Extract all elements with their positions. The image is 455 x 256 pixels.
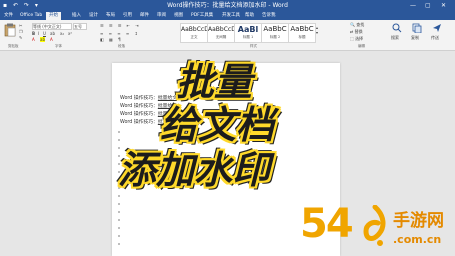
line-text: Word 操作技巧： <box>120 104 158 109</box>
site-name: 手游网 <box>393 211 444 231</box>
tab-review[interactable]: 审阅 <box>157 12 166 19</box>
copy-doc-label: 复制 <box>411 35 419 40</box>
style-name: 正文 <box>190 35 198 39</box>
overlay-title-line1: 批量 <box>176 60 253 104</box>
copy-doc-icon[interactable] <box>412 23 422 33</box>
paragraph-mark <box>118 195 120 197</box>
text-effect-icon[interactable]: A <box>32 37 35 42</box>
site-logo-mark <box>363 205 386 246</box>
window-title: Word操作技巧：批量给文档添加水印 - Word <box>167 2 288 9</box>
shading-border-buttons[interactable]: ◧ ▦ ¶ <box>100 37 123 42</box>
style-name: 标题 2 <box>269 35 281 39</box>
paragraph-mark <box>118 131 120 133</box>
tab-pdf-tools[interactable]: PDF工具集 <box>191 12 213 19</box>
style-preview: AaBbCcDd <box>181 26 213 33</box>
style-name: 标题 1 <box>242 35 254 39</box>
search-label: 搜索 <box>391 35 399 40</box>
superscript-button[interactable]: x² <box>68 31 72 36</box>
style-title[interactable]: AaBbC 标题 <box>288 23 316 43</box>
paragraph-mark <box>118 203 120 205</box>
style-preview: AaBbC <box>263 25 287 33</box>
font-size-select[interactable]: 五号 <box>73 23 87 30</box>
search-icon[interactable] <box>392 23 402 33</box>
paragraph-mark <box>118 235 120 237</box>
paragraph-mark <box>118 243 120 245</box>
paragraph-mark <box>118 227 120 229</box>
style-preview: AaBl <box>237 25 259 34</box>
strikethrough-button[interactable]: ab <box>50 31 55 36</box>
maximize-button[interactable]: ▢ <box>425 1 431 10</box>
send-label: 传送 <box>431 35 439 40</box>
italic-button[interactable]: I <box>38 31 39 36</box>
document-line[interactable]: Word 操作技巧：批量给文 <box>120 96 177 102</box>
copy-icon[interactable]: ❐ <box>19 29 23 34</box>
subscript-button[interactable]: x₂ <box>60 31 64 36</box>
tab-developer[interactable]: 开发工具 <box>222 12 240 19</box>
font-color-icon[interactable]: A <box>50 37 53 42</box>
tab-view[interactable]: 视图 <box>174 12 183 19</box>
style-heading-2[interactable]: AaBbC 标题 2 <box>261 23 289 43</box>
paste-icon[interactable] <box>4 23 16 37</box>
tab-office-tab[interactable]: Office Tab <box>20 12 42 19</box>
format-painter-icon[interactable]: ✎ <box>19 35 22 40</box>
bold-button[interactable]: B <box>32 31 35 36</box>
replace-button[interactable]: ⇄ 替换 <box>350 29 363 34</box>
tab-mailings[interactable]: 邮件 <box>140 12 149 19</box>
cut-icon[interactable]: ✂ <box>19 23 22 28</box>
group-editing: 编辑 <box>358 44 365 48</box>
send-icon[interactable] <box>432 23 442 33</box>
group-styles: 样式 <box>250 44 257 48</box>
line-text: Word 操作技巧： <box>120 112 158 117</box>
site-domain: .com.cn <box>393 233 442 246</box>
style-normal[interactable]: AaBbCcDd 正文 <box>180 23 213 43</box>
style-name: 标题 <box>298 35 306 39</box>
overlay-title-line2: 给文档 <box>160 103 275 147</box>
tell-me-search[interactable]: 告诉我 <box>262 12 276 19</box>
tab-insert[interactable]: 插入 <box>72 12 81 19</box>
line-link[interactable]: 批量给文 <box>158 96 177 101</box>
style-no-spacing[interactable]: AaBbCcDd 无间隔 <box>207 23 240 43</box>
style-preview: AaBbCcDd <box>208 26 240 33</box>
highlight-icon[interactable]: ab <box>40 37 45 42</box>
style-heading-1[interactable]: AaBl 标题 1 <box>234 23 262 43</box>
line-text: Word 操作技巧： <box>120 96 158 101</box>
align-buttons[interactable]: ≡ ≡ ≡ ≡ ↕ <box>100 31 140 36</box>
style-preview: AaBbC <box>290 25 314 33</box>
line-text: Word 操作技巧： <box>120 120 158 125</box>
paragraph-mark <box>118 211 120 213</box>
paragraph-mark <box>118 219 120 221</box>
tab-help[interactable]: 帮助 <box>245 12 254 19</box>
tab-home[interactable]: 开始 <box>46 12 61 20</box>
tab-layout[interactable]: 布局 <box>106 12 115 19</box>
group-clipboard: 剪贴板 <box>8 44 19 48</box>
title-bar: ▪ ↶ ↷ ▾ Word操作技巧：批量给文档添加水印 - Word — ▢ ✕ <box>0 0 455 11</box>
overlay-title-line3: 添加水印 <box>118 148 271 192</box>
tab-file[interactable]: 文件 <box>4 12 13 19</box>
ribbon-tabs: 文件 Office Tab 开始 插入 设计 布局 引用 邮件 审阅 视图 PD… <box>0 11 455 20</box>
minimize-button[interactable]: — <box>410 1 416 10</box>
group-paragraph: 段落 <box>118 44 125 48</box>
list-buttons[interactable]: ☰ ☰ ☰ ⇤ ⇥ <box>100 23 141 28</box>
font-name-select[interactable]: 等线 (中文正文) <box>32 23 72 30</box>
styles-scroll-icon[interactable]: ▴ ▾ <box>316 25 318 35</box>
find-label: 查找 <box>356 22 365 27</box>
close-button[interactable]: ✕ <box>441 1 446 10</box>
find-button[interactable]: 🔍 查找 <box>350 22 364 27</box>
underline-button[interactable]: U <box>43 31 46 36</box>
replace-label: 替换 <box>354 29 363 34</box>
style-name: 无间隔 <box>215 35 227 39</box>
group-font: 字体 <box>55 44 62 48</box>
tab-references[interactable]: 引用 <box>123 12 132 19</box>
select-button[interactable]: ⬚ 选择 <box>350 36 363 41</box>
select-label: 选择 <box>355 36 364 41</box>
tab-design[interactable]: 设计 <box>89 12 98 19</box>
ribbon: ✂ ❐ ✎ 剪贴板 等线 (中文正文) 五号 B I U ab x₂ x² A … <box>0 20 455 51</box>
site-logo-number: 54 <box>300 201 354 247</box>
paragraph-mark <box>118 139 120 141</box>
